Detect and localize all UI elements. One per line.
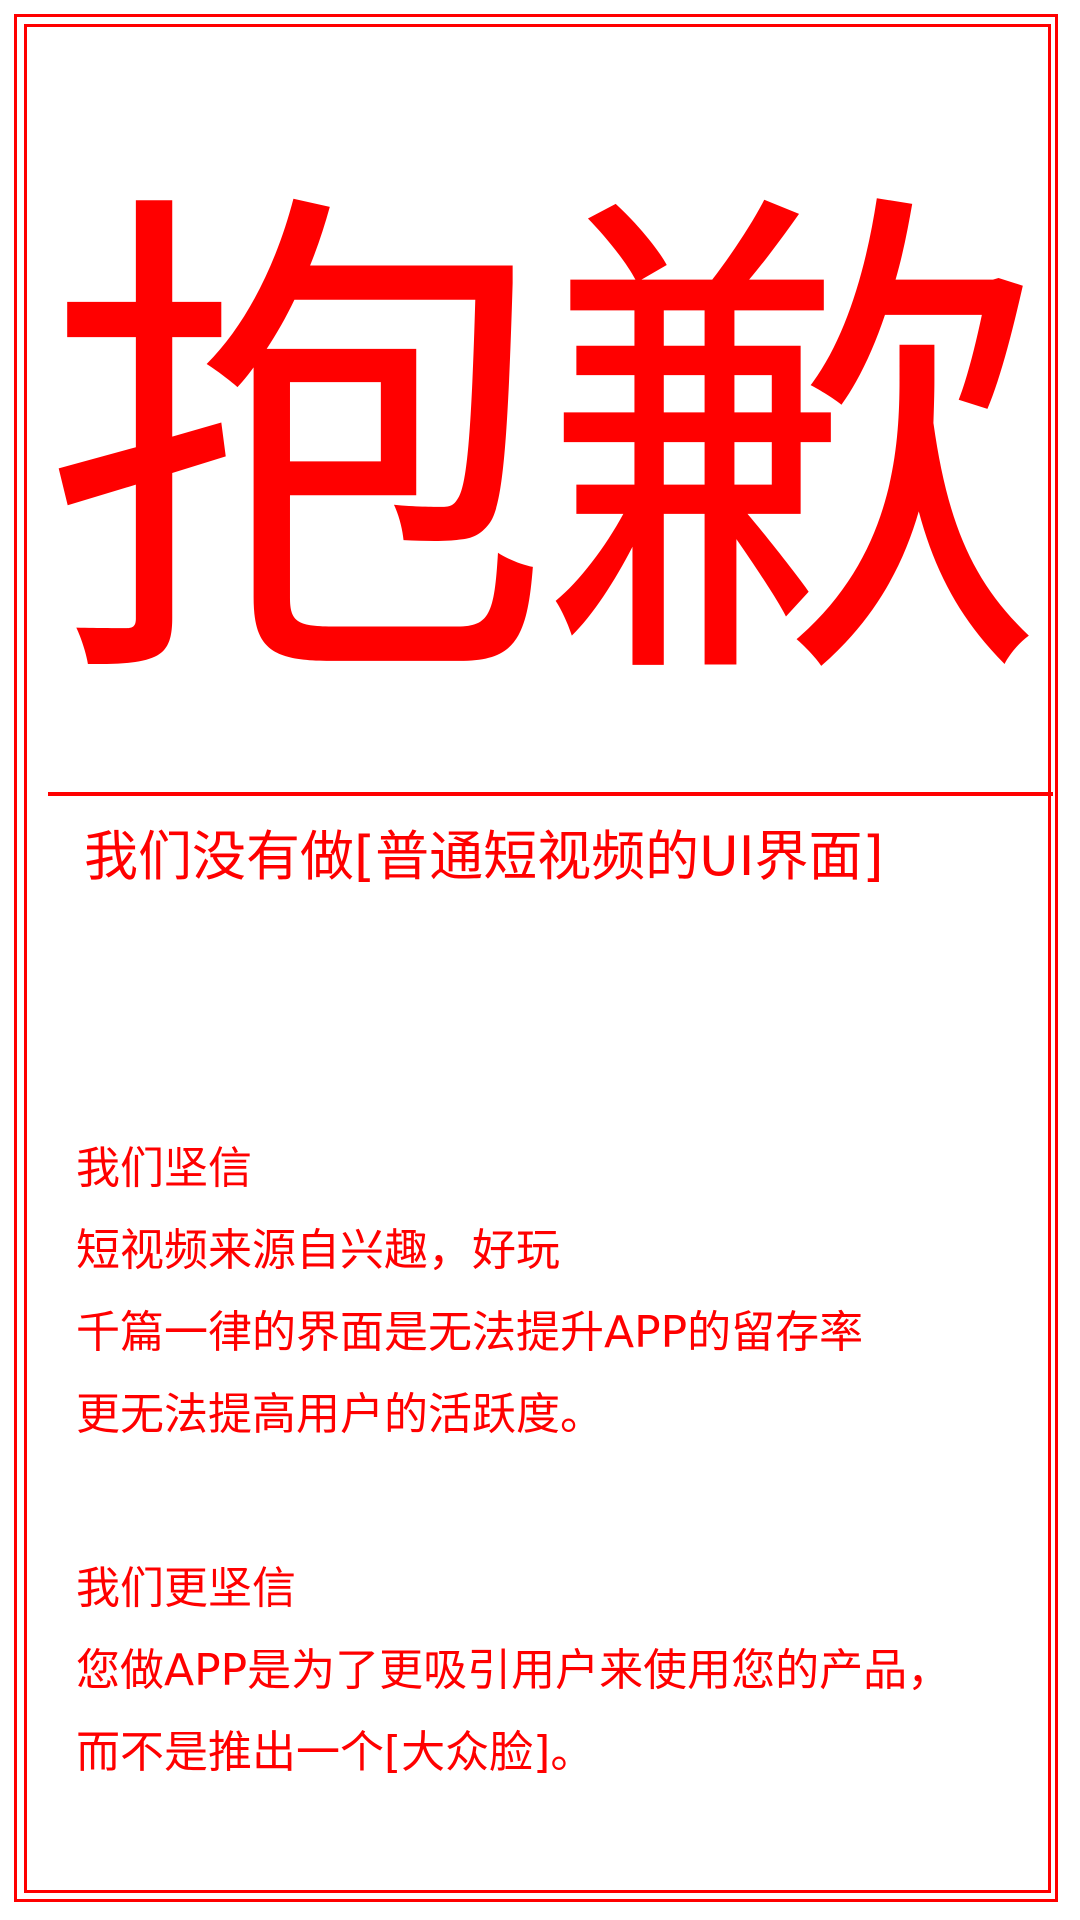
headline-divider bbox=[48, 792, 1053, 796]
paragraph-line: 更无法提高用户的活跃度。 bbox=[76, 1389, 604, 1440]
paragraph-line: 短视频来源自兴趣，好玩 bbox=[76, 1225, 560, 1276]
paragraph-line: 千篇一律的界面是无法提升APP的留存率 bbox=[76, 1307, 864, 1358]
stronger-belief-paragraph: 我们更坚信 您做APP是为了更吸引用户来使用您的产品， 而不是推出一个[大众脸]… bbox=[76, 1548, 951, 1794]
belief-paragraph: 我们坚信 短视频来源自兴趣，好玩 千篇一律的界面是无法提升APP的留存率 更无法… bbox=[76, 1128, 863, 1456]
paragraph-line: 我们坚信 bbox=[76, 1143, 252, 1194]
paragraph-line: 您做APP是为了更吸引用户来使用您的产品， bbox=[76, 1645, 952, 1696]
paragraph-line: 而不是推出一个[大众脸]。 bbox=[76, 1727, 595, 1778]
headline-sorry: 抱歉 bbox=[45, 155, 1045, 744]
subtitle: 我们没有做[普通短视频的UI界面] bbox=[84, 825, 884, 888]
paragraph-line: 我们更坚信 bbox=[76, 1563, 296, 1614]
